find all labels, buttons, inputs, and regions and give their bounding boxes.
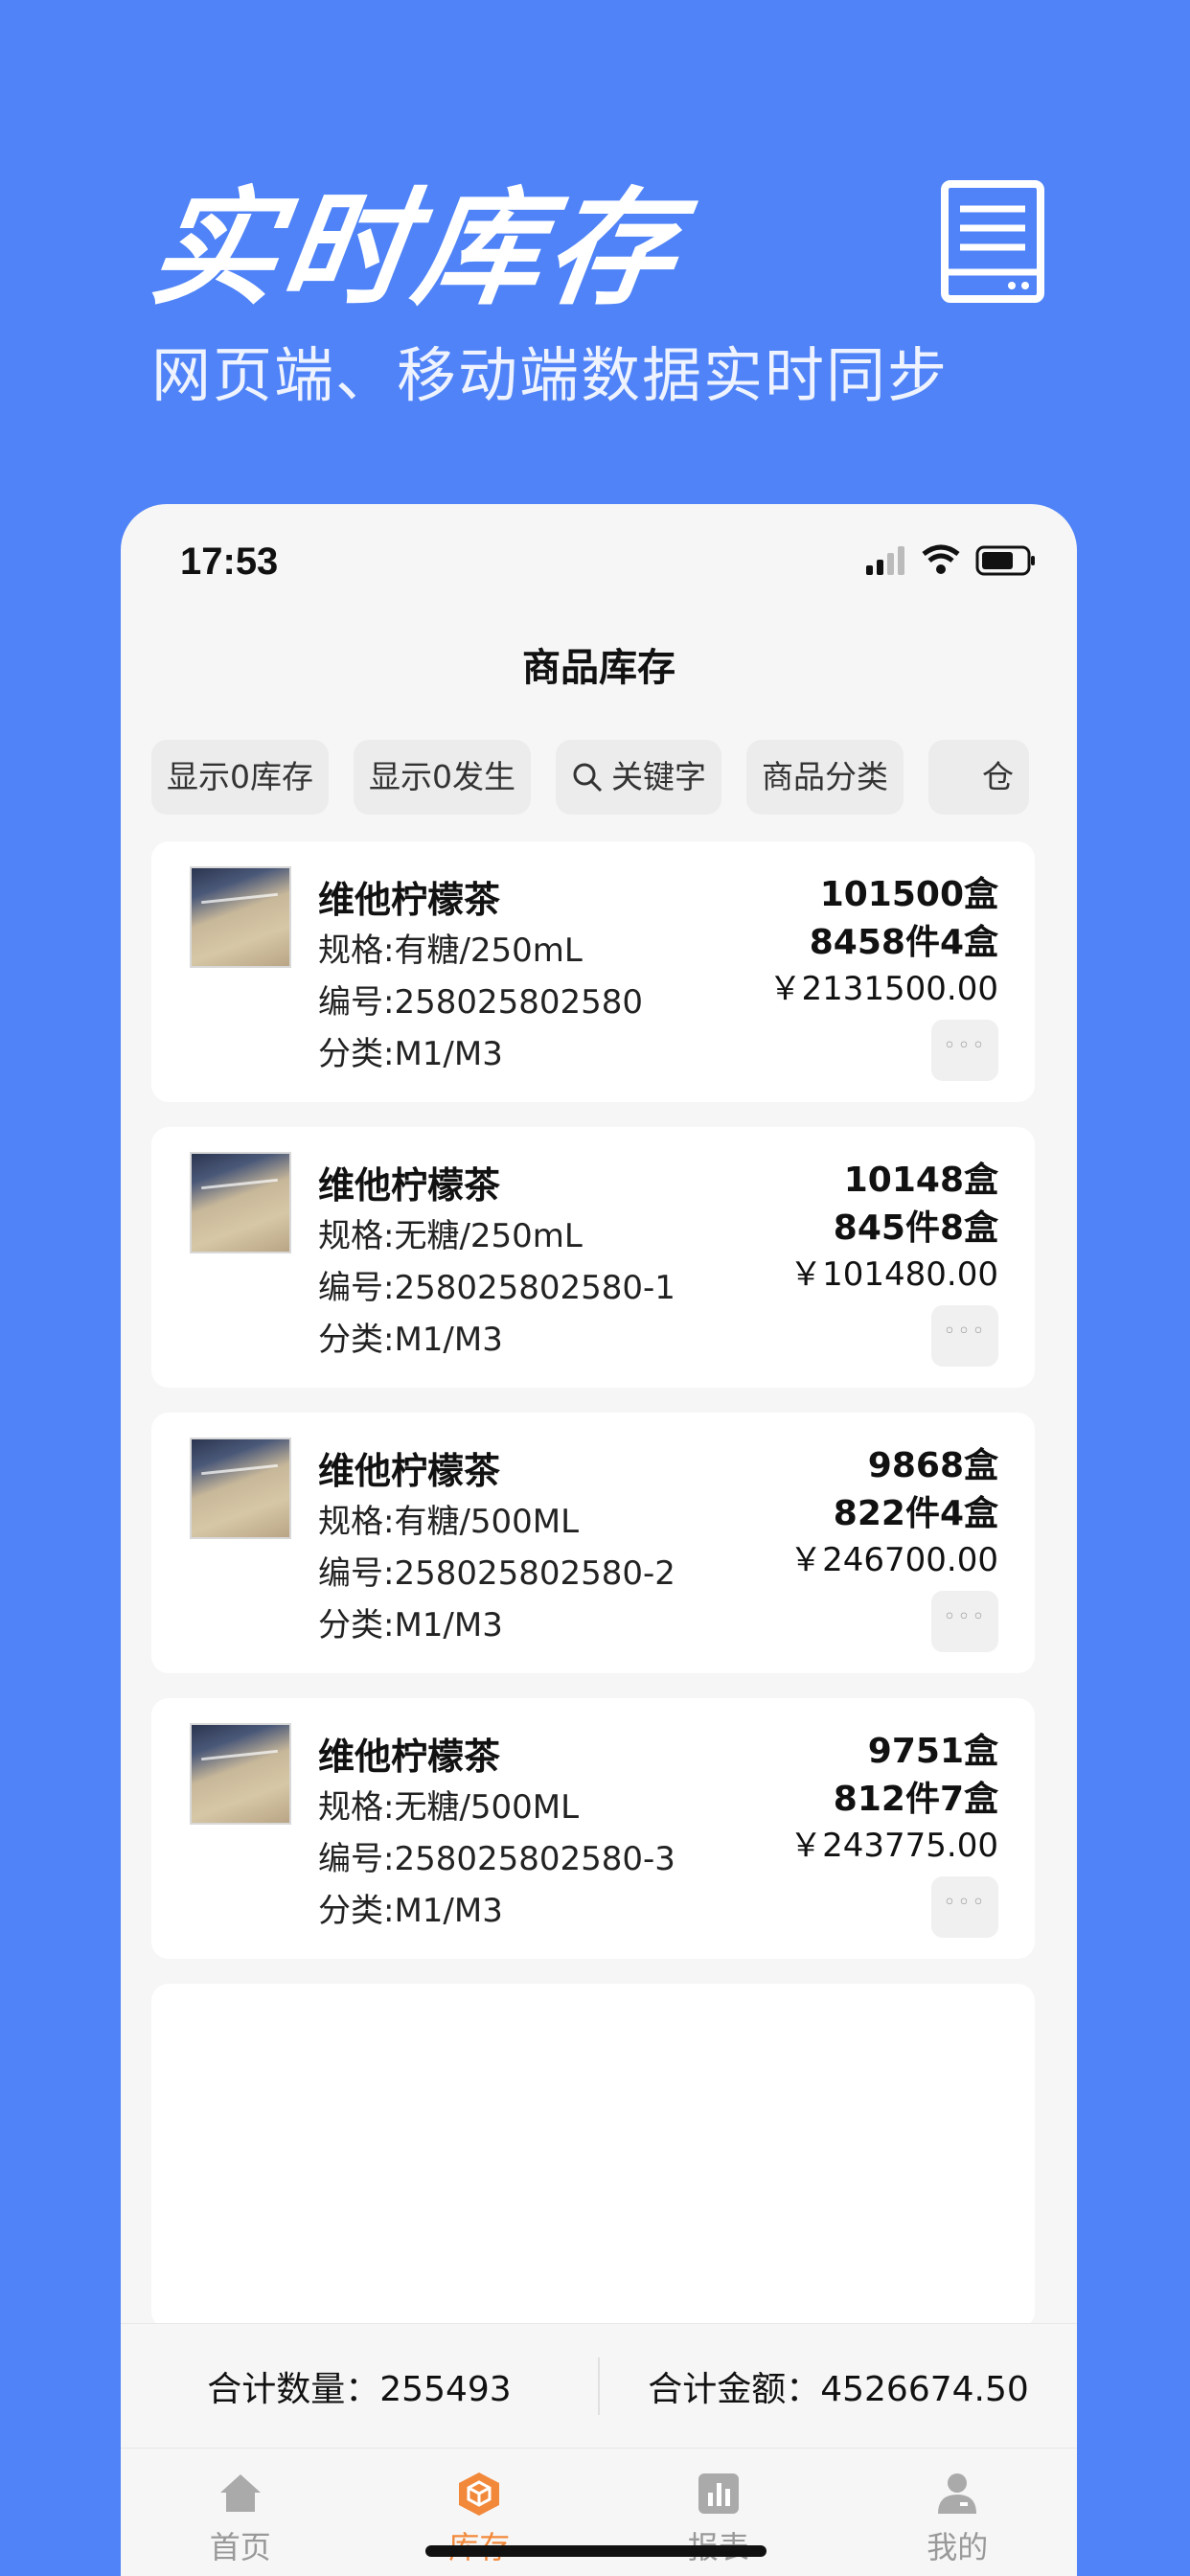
more-button[interactable]: ◦◦◦: [931, 1876, 998, 1938]
product-card[interactable]: 维他柠檬茶 规格:无糖/250mL 编号:258025802580-1 分类:M…: [151, 1127, 1035, 1388]
product-amount: ￥101480.00: [790, 1255, 998, 1294]
product-card[interactable]: 维他柠檬茶 规格:有糖/250mL 编号:258025802580 分类:M1/…: [151, 841, 1035, 1102]
page-title: 商品库存: [522, 646, 675, 690]
status-time: 17:53: [180, 540, 279, 583]
product-thumbnail: [190, 1723, 291, 1825]
product-code: 编号:258025802580-2: [318, 1554, 675, 1593]
product-card[interactable]: 维他柠檬茶 规格:有糖/500ML 编号:258025802580-2 分类:M…: [151, 1413, 1035, 1673]
filter-warehouse[interactable]: 仓: [928, 740, 1029, 815]
signal-icon: [866, 565, 873, 575]
hero-title: 实时库存: [141, 175, 691, 323]
product-amount: ￥2131500.00: [768, 970, 999, 1008]
product-category: 分类:M1/M3: [318, 1892, 503, 1930]
search-icon: [573, 763, 603, 793]
product-name: 维他柠檬茶: [318, 1164, 501, 1207]
product-qty-pack: 812件7盒: [833, 1780, 998, 1819]
filter-show-zero-stock[interactable]: 显示0库存: [151, 740, 329, 815]
product-qty-box: 101500盒: [819, 875, 998, 914]
tab-home[interactable]: 首页: [121, 2449, 360, 2576]
home-indicator: [425, 2545, 767, 2557]
product-thumbnail: [190, 1152, 291, 1254]
product-thumbnail: [190, 1438, 291, 1539]
more-button[interactable]: ◦◦◦: [931, 1591, 998, 1652]
product-category: 分类:M1/M3: [318, 1035, 503, 1073]
product-card[interactable]: 维他柠檬茶 规格:无糖/500ML 编号:258025802580-3 分类:M…: [151, 1698, 1035, 1959]
more-button[interactable]: ◦◦◦: [931, 1305, 998, 1367]
product-list: 维他柠檬茶 规格:有糖/250mL 编号:258025802580 分类:M1/…: [151, 841, 1035, 2354]
tab-label: 我的: [927, 2529, 989, 2565]
wifi-icon: [922, 544, 960, 557]
total-quantity: 合计数量：255493: [207, 2369, 512, 2409]
product-qty-pack: 8458件4盒: [809, 923, 998, 962]
total-amount: 合计金额：4526674.50: [648, 2369, 1029, 2409]
product-code: 编号:258025802580-1: [318, 1269, 675, 1307]
product-category: 分类:M1/M3: [318, 1606, 503, 1644]
product-qty-box: 9868盒: [867, 1446, 998, 1485]
product-qty-pack: 822件4盒: [833, 1494, 998, 1533]
filter-show-zero-activity[interactable]: 显示0发生: [354, 740, 531, 815]
filter-category[interactable]: 商品分类: [746, 740, 904, 815]
product-spec: 规格:无糖/500ML: [318, 1788, 580, 1827]
product-spec: 规格:有糖/250mL: [318, 932, 583, 970]
more-button[interactable]: ◦◦◦: [931, 1020, 998, 1081]
product-spec: 规格:无糖/250mL: [318, 1217, 583, 1255]
product-qty-pack: 845件8盒: [833, 1208, 998, 1248]
product-qty-box: 10148盒: [843, 1161, 998, 1200]
profile-icon: [938, 2473, 977, 2514]
product-code: 编号:258025802580: [318, 983, 644, 1022]
product-category: 分类:M1/M3: [318, 1321, 503, 1359]
tab-profile[interactable]: 我的: [838, 2449, 1078, 2576]
product-amount: ￥246700.00: [790, 1541, 998, 1579]
product-qty-box: 9751盒: [867, 1732, 998, 1771]
product-amount: ￥243775.00: [790, 1827, 998, 1865]
summary-bar: 合计数量：255493 合计金额：4526674.50: [121, 2323, 1077, 2448]
inventory-icon: [459, 2472, 500, 2516]
tab-inventory[interactable]: 库存: [360, 2449, 600, 2576]
product-name: 维他柠檬茶: [318, 1450, 501, 1492]
filter-keyword[interactable]: 关键字: [556, 740, 721, 815]
product-spec: 规格:有糖/500ML: [318, 1503, 580, 1541]
tab-report[interactable]: 报表: [599, 2449, 838, 2576]
product-code: 编号:258025802580-3: [318, 1840, 675, 1878]
server-icon: [941, 180, 1044, 303]
home-icon: [219, 2474, 261, 2512]
product-thumbnail: [190, 866, 291, 968]
product-card-placeholder: [151, 1984, 1035, 2329]
product-name: 维他柠檬茶: [318, 1736, 501, 1778]
report-icon: [698, 2473, 739, 2514]
phone-frame: 17:53 商品库存 显示0库存 显示0发生 关键字 商品分类 仓 维他柠檬茶 …: [121, 504, 1077, 2576]
status-icons: [866, 544, 1035, 576]
product-name: 维他柠檬茶: [318, 879, 501, 921]
hero-subtitle: 网页端、移动端数据实时同步: [151, 340, 950, 410]
filter-bar: 显示0库存 显示0发生 关键字 商品分类 仓: [151, 740, 1037, 815]
tab-label: 首页: [209, 2529, 271, 2565]
